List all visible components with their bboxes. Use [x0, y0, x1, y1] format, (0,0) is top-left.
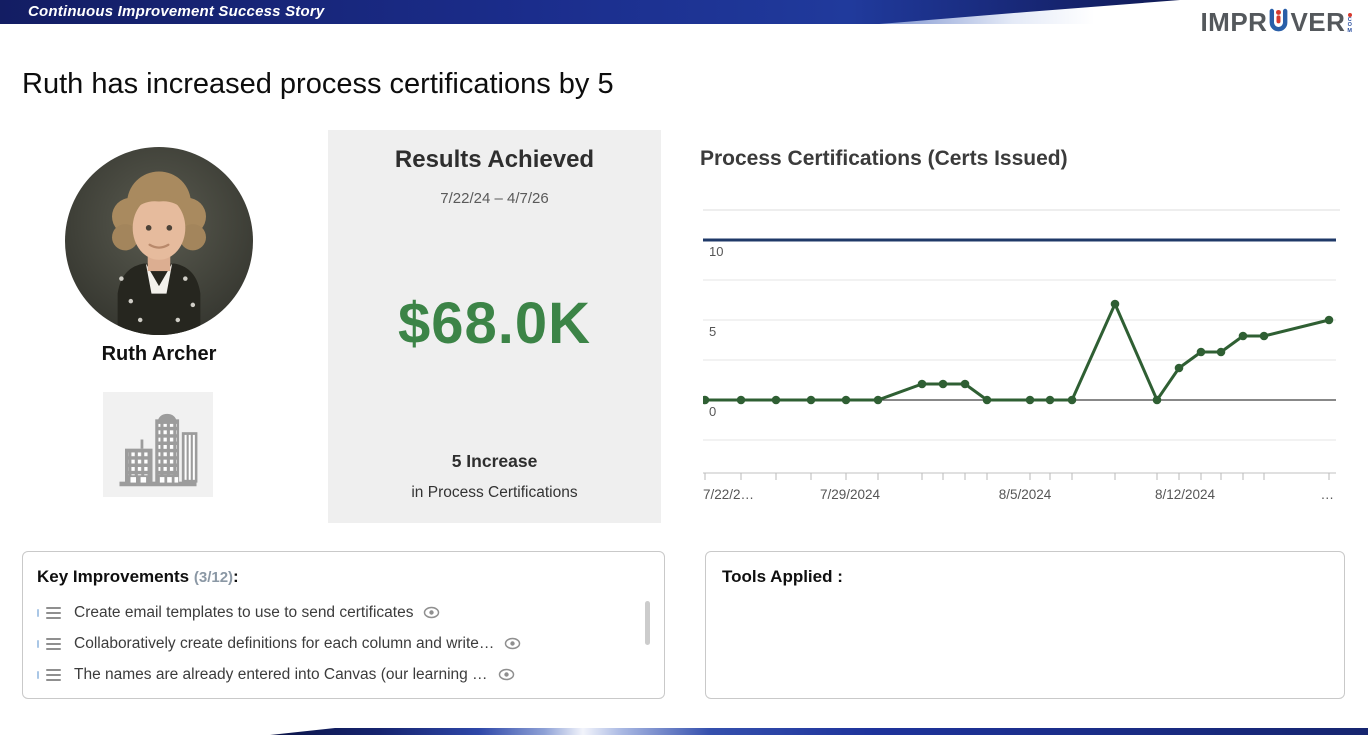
organization-tile [103, 392, 213, 497]
svg-text:7/22/2…: 7/22/2… [703, 487, 754, 502]
svg-text:0: 0 [709, 404, 716, 419]
row-marker [37, 609, 39, 617]
logo-tld: C O M [1347, 13, 1352, 35]
results-date-range: 7/22/24 – 4/7/26 [328, 190, 661, 207]
row-marker [37, 671, 39, 679]
drag-handle-icon[interactable] [46, 607, 61, 619]
svg-text:7/29/2024: 7/29/2024 [820, 487, 881, 502]
improvement-list: Create email templates to use to send ce… [37, 597, 650, 690]
improver-logo: IMPR VER C O M [1200, 7, 1352, 35]
logo-u-icon [1268, 8, 1289, 35]
key-improvements-heading: Key Improvements (3/12): [37, 567, 650, 587]
drag-handle-icon[interactable] [46, 669, 61, 681]
results-delta-context: in Process Certifications [328, 484, 661, 502]
row-marker [37, 640, 39, 648]
certs-chart: 10 5 0 7/22/2… 7/29/2024 8/5/2024 8/12/2024 … [703, 208, 1353, 508]
improvement-item[interactable]: Create email templates to use to send ce… [37, 597, 650, 628]
drag-handle-icon[interactable] [46, 638, 61, 650]
visibility-icon[interactable] [498, 668, 515, 681]
visibility-icon[interactable] [504, 637, 521, 650]
logo-dot-icon [1348, 13, 1352, 17]
profile-photo [65, 147, 253, 335]
results-delta: 5 Increase [328, 451, 661, 472]
buildings-icon [112, 401, 204, 489]
svg-text:8/5/2024: 8/5/2024 [999, 487, 1052, 502]
success-story-page: Continuous Improvement Success Story IMP… [0, 0, 1368, 735]
results-panel: Results Achieved 7/22/24 – 4/7/26 $68.0K… [328, 130, 661, 523]
portrait-illustration [65, 147, 253, 335]
logo-text-prefix: IMPR [1200, 9, 1267, 35]
tools-applied-heading: Tools Applied : [722, 567, 1328, 587]
improvement-item[interactable]: Collaboratively create definitions for e… [37, 628, 650, 659]
improvement-item[interactable]: The names are already entered into Canva… [37, 659, 650, 690]
results-title: Results Achieved [328, 146, 661, 174]
chart-title: Process Certifications (Certs Issued) [700, 147, 1068, 171]
svg-text:10: 10 [709, 244, 723, 259]
svg-text:5: 5 [709, 324, 716, 339]
key-improvements-count: (3/12) [194, 569, 233, 586]
visibility-icon[interactable] [423, 606, 440, 619]
person-name: Ruth Archer [65, 343, 253, 366]
svg-text:…: … [1321, 487, 1335, 502]
svg-text:8/12/2024: 8/12/2024 [1155, 487, 1216, 502]
tools-applied-panel: Tools Applied : [705, 551, 1345, 699]
page-title: Ruth has increased process certification… [22, 68, 614, 101]
list-scrollbar[interactable] [645, 601, 650, 645]
banner-title: Continuous Improvement Success Story [28, 3, 324, 20]
bottom-swoosh-decoration [270, 728, 1368, 735]
key-improvements-panel: Key Improvements (3/12): Create email te… [22, 551, 665, 699]
logo-text-suffix: VER [1290, 9, 1345, 35]
results-amount: $68.0K [328, 290, 661, 357]
